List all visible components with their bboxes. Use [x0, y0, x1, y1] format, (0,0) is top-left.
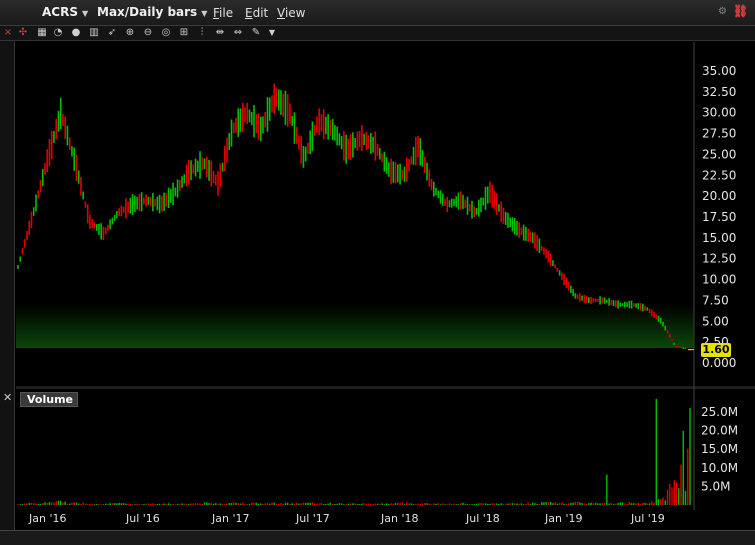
close-volume-icon[interactable]: ✕ — [3, 391, 12, 404]
x-tick-label: Jan '17 — [211, 512, 249, 525]
x-tick-label: Jan '16 — [28, 512, 66, 525]
volume-tick-label: 25.0M — [701, 405, 738, 419]
x-tick-label: Jul '17 — [295, 512, 330, 525]
price-tick-label: 20.00 — [702, 189, 736, 203]
volume-tick-label: 10.0M — [701, 461, 738, 475]
navigator-bar[interactable] — [0, 530, 755, 545]
price-tick-label: 15.00 — [702, 231, 736, 245]
price-tick-label: 7.50 — [702, 293, 729, 307]
price-tick-label: 32.50 — [702, 85, 736, 99]
x-tick-label: Jul '19 — [630, 512, 665, 525]
x-tick-label: Jan '18 — [380, 512, 418, 525]
x-tick-label: Jan '19 — [544, 512, 582, 525]
pane-divider — [16, 386, 755, 389]
price-chart[interactable]: 35.00 32.50 30.00 27.50 25.00 22.50 20.00 17.50… — [0, 0, 755, 545]
x-tick-label: Jul '16 — [125, 512, 160, 525]
price-tick-label: 0.000 — [702, 356, 736, 370]
price-tick-label: 12.50 — [702, 252, 736, 266]
volume-tick-label: 15.0M — [701, 442, 738, 456]
price-tick-label: 25.00 — [702, 147, 736, 161]
price-tick-label: 35.00 — [702, 64, 736, 78]
price-tick-label: 5.00 — [702, 314, 729, 328]
volume-pane — [16, 408, 694, 505]
volume-tick-label: 5.0M — [701, 479, 730, 493]
last-price-badge: 1.60 — [701, 343, 731, 357]
price-zone-band — [16, 305, 694, 348]
price-tick-label: 27.50 — [702, 127, 736, 141]
price-tick-label: 22.50 — [702, 168, 736, 182]
price-tick-label: 17.50 — [702, 210, 736, 224]
volume-pane-label: Volume — [20, 392, 78, 407]
price-tick-label: 30.00 — [702, 106, 736, 120]
x-tick-label: Jul '18 — [465, 512, 500, 525]
volume-tick-label: 20.0M — [701, 424, 738, 438]
price-tick-label: 10.00 — [702, 273, 736, 287]
